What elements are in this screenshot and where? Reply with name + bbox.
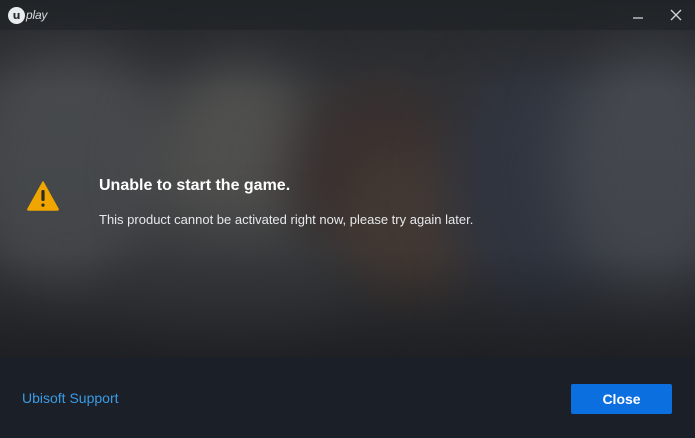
minimize-icon <box>633 17 643 19</box>
uplay-logo-mark: u <box>8 6 25 24</box>
warning-icon <box>27 181 59 211</box>
title-bar: u play <box>0 0 695 30</box>
error-dialog-window: u play Unable to start the game. This pr… <box>0 0 695 438</box>
uplay-logo: u play <box>8 6 47 24</box>
minimize-button[interactable] <box>628 5 648 25</box>
error-message: This product cannot be activated right n… <box>99 212 474 227</box>
close-icon <box>670 9 682 21</box>
window-close-button[interactable] <box>666 5 686 25</box>
close-button[interactable]: Close <box>571 384 672 414</box>
uplay-logo-text: play <box>26 8 48 22</box>
ubisoft-support-link[interactable]: Ubisoft Support <box>22 390 119 406</box>
error-title: Unable to start the game. <box>99 177 291 194</box>
dialog-footer: Ubisoft Support Close <box>0 358 695 438</box>
